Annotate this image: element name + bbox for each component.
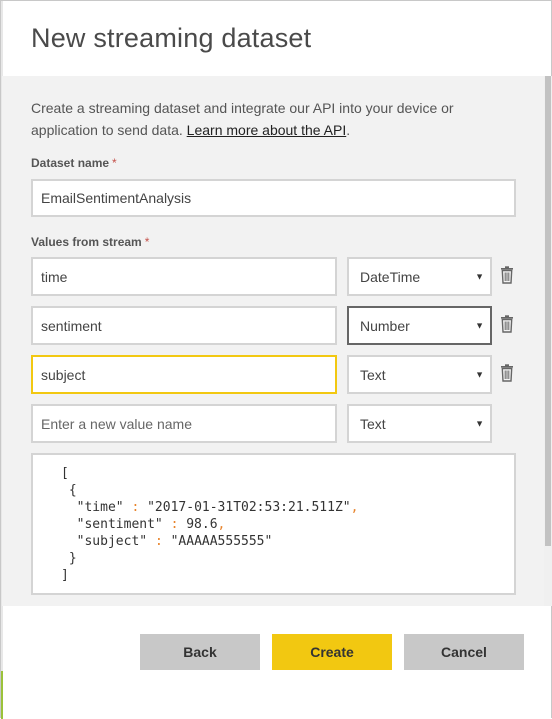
left-edge-accent — [1, 671, 3, 719]
json-key: "sentiment" — [76, 517, 163, 532]
values-from-stream-label: Values from stream * — [31, 235, 149, 249]
value-type-selected: Number — [360, 317, 410, 334]
chevron-down-icon: ▼ — [475, 320, 484, 330]
learn-more-link[interactable]: Learn more about the API — [187, 122, 347, 138]
required-marker: * — [112, 156, 117, 170]
dataset-name-input[interactable]: EmailSentimentAnalysis — [31, 179, 516, 217]
streaming-dataset-dialog: New streaming dataset Create a streaming… — [0, 0, 552, 719]
json-separator: : — [131, 500, 140, 515]
json-open-brace: { — [68, 483, 77, 498]
trash-icon[interactable] — [500, 266, 514, 284]
intro-text: Create a streaming dataset and integrate… — [31, 97, 501, 141]
dataset-name-label-text: Dataset name — [31, 156, 110, 170]
value-name-input-time[interactable]: time — [31, 257, 337, 296]
create-button[interactable]: Create — [272, 634, 392, 670]
json-comma: , — [350, 500, 359, 515]
json-value: 98.6 — [186, 517, 218, 532]
json-close-bracket: ] — [61, 568, 69, 583]
cancel-button[interactable]: Cancel — [404, 634, 524, 670]
scrollbar[interactable] — [544, 76, 552, 606]
value-type-selected: DateTime — [360, 268, 421, 285]
json-key: "time" — [76, 500, 124, 515]
json-value: "AAAAA555555" — [170, 534, 273, 549]
new-value-type-select[interactable]: Text ▼ — [347, 404, 492, 443]
value-type-select-time[interactable]: DateTime ▼ — [347, 257, 492, 296]
json-key: "subject" — [76, 534, 148, 549]
json-separator: : — [170, 517, 179, 532]
json-open-bracket: [ — [61, 466, 69, 481]
json-comma: , — [217, 517, 226, 532]
trash-icon[interactable] — [500, 315, 514, 333]
dialog-title: New streaming dataset — [31, 23, 312, 53]
trash-icon[interactable] — [500, 364, 514, 382]
new-value-name-input[interactable]: Enter a new value name — [31, 404, 337, 443]
value-type-select-subject[interactable]: Text ▼ — [347, 355, 492, 394]
value-name-input-subject[interactable]: subject — [31, 355, 337, 394]
required-marker: * — [144, 235, 150, 249]
chevron-down-icon: ▼ — [475, 271, 484, 281]
back-button[interactable]: Back — [140, 634, 260, 670]
chevron-down-icon: ▼ — [475, 369, 484, 379]
chevron-down-icon: ▼ — [475, 418, 484, 428]
json-close-brace: } — [68, 551, 77, 566]
value-type-selected: Text — [360, 415, 386, 432]
json-preview[interactable]: [ { "time" : "2017-01-31T02:53:21.511Z",… — [31, 453, 516, 595]
value-type-select-sentiment[interactable]: Number ▼ — [347, 306, 492, 345]
json-separator: : — [154, 534, 163, 549]
json-value: "2017-01-31T02:53:21.511Z" — [147, 500, 351, 515]
value-type-selected: Text — [360, 366, 386, 383]
scrollbar-thumb[interactable] — [545, 76, 551, 546]
dataset-name-label: Dataset name * — [31, 156, 117, 170]
intro-suffix: . — [346, 122, 351, 138]
values-from-stream-label-text: Values from stream — [31, 235, 142, 249]
value-name-input-sentiment[interactable]: sentiment — [31, 306, 337, 345]
